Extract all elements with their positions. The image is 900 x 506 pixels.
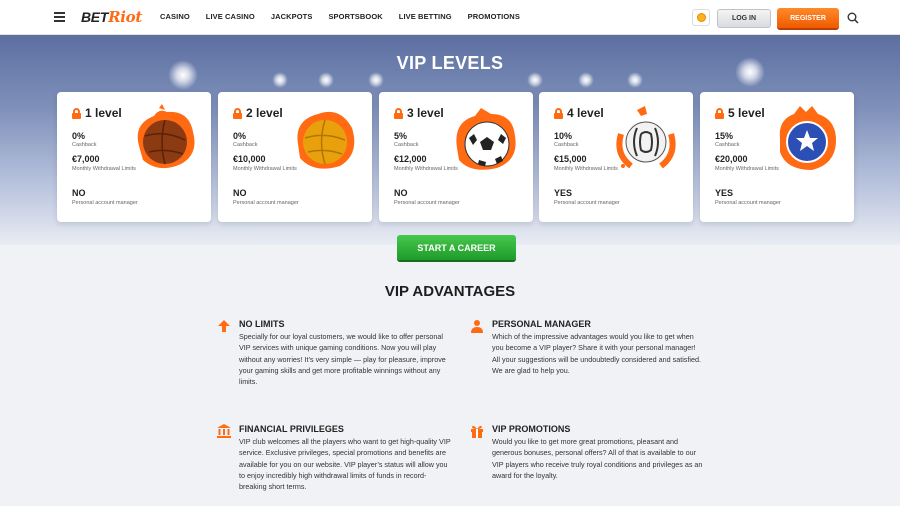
advantage-title: VIP PROMOTIONS xyxy=(492,424,571,434)
manager-value: YES xyxy=(715,188,734,198)
page-title: VIP LEVELS xyxy=(396,53,504,73)
advantages-title: VIP ADVANTAGES xyxy=(384,283,516,300)
cashback-value: 5% xyxy=(394,131,408,141)
currency-icon[interactable] xyxy=(692,9,710,26)
laurel-ball-icon xyxy=(616,106,676,169)
manager-label: Personal account manager xyxy=(554,200,620,206)
nav-promotions[interactable]: PROMOTIONS xyxy=(468,12,520,21)
stadium-light xyxy=(627,72,643,88)
advantage-text: Would you like to get more great promoti… xyxy=(492,437,703,480)
vip-level-card-1: 1 level 0% Cashback €7,000 Monthly Withd… xyxy=(57,92,211,222)
logo[interactable]: BET Riot xyxy=(81,8,142,26)
level-name: 4 level xyxy=(567,106,604,120)
stadium-light xyxy=(272,72,288,88)
advantage-title: PERSONAL MANAGER xyxy=(492,319,591,329)
level-name: 1 level xyxy=(85,106,122,120)
nav-live-betting[interactable]: LIVE BETTING xyxy=(399,12,452,21)
manager-value: NO xyxy=(394,188,408,198)
level-name: 5 level xyxy=(728,106,765,120)
stadium-light xyxy=(368,72,384,88)
lock-icon xyxy=(72,107,81,119)
lock-icon xyxy=(715,107,724,119)
menu-icon[interactable] xyxy=(54,12,65,22)
vip-level-card-2: 2 level 0% Cashback €10,000 Monthly With… xyxy=(218,92,372,222)
advantage-text: Specially for our loyal customers, we wo… xyxy=(239,332,446,387)
vip-level-card-3: 3 level 5% Cashback €12,000 Monthly With… xyxy=(379,92,533,222)
lock-icon xyxy=(554,107,563,119)
cashback-value: 10% xyxy=(554,131,573,141)
login-button[interactable]: LOG IN xyxy=(717,9,771,28)
top-bar: BET Riot CASINO LIVE CASINO JACKPOTS SPO… xyxy=(0,0,900,35)
lock-icon xyxy=(394,107,403,119)
gold-ball-icon xyxy=(297,111,355,169)
advantage-title: NO LIMITS xyxy=(239,319,285,329)
soccer-ball-icon xyxy=(456,108,516,170)
advantage-text: VIP club welcomes all the players who wa… xyxy=(239,437,451,492)
withdrawal-value: €15,000 xyxy=(554,154,587,164)
manager-label: Personal account manager xyxy=(394,200,460,206)
withdrawal-value: €12,000 xyxy=(394,154,427,164)
stadium-light xyxy=(527,72,543,88)
nav-live-casino[interactable]: LIVE CASINO xyxy=(206,12,255,21)
manager-label: Personal account manager xyxy=(715,200,781,206)
lock-icon xyxy=(233,107,242,119)
nav-jackpots[interactable]: JACKPOTS xyxy=(271,12,313,21)
manager-value: NO xyxy=(233,188,247,198)
logo-part-1: BET xyxy=(81,9,109,25)
register-button[interactable]: REGISTER xyxy=(777,8,839,28)
start-career-button[interactable]: START A CAREER xyxy=(397,235,516,260)
manager-value: YES xyxy=(554,188,573,198)
advantage-title: FINANCIAL PRIVILEGES xyxy=(239,424,344,434)
withdrawal-value: €10,000 xyxy=(233,154,266,164)
nav-sportsbook[interactable]: SPORTSBOOK xyxy=(328,12,382,21)
stadium-light xyxy=(318,72,334,88)
stadium-light xyxy=(578,72,594,88)
person-icon xyxy=(471,320,483,333)
vip-level-card-4: 4 level 10% Cashback €15,000 Monthly Wit… xyxy=(539,92,693,222)
leather-ball-icon xyxy=(137,104,195,169)
level-name: 2 level xyxy=(246,106,283,120)
manager-label: Personal account manager xyxy=(72,200,138,206)
advantage-text: Which of the impressive advantages would… xyxy=(492,332,701,375)
cashback-value: 0% xyxy=(72,131,86,141)
arrow-up-icon xyxy=(218,320,230,332)
cashback-value: 0% xyxy=(233,131,247,141)
search-icon[interactable] xyxy=(847,12,859,24)
gift-icon xyxy=(471,425,483,438)
vip-level-card-5: 5 level 15% Cashback €20,000 Monthly Wit… xyxy=(700,92,854,222)
main-nav: CASINO LIVE CASINO JACKPOTS SPORTSBOOK L… xyxy=(160,12,536,21)
logo-part-2: Riot xyxy=(108,8,143,26)
bank-icon xyxy=(217,424,231,438)
manager-value: NO xyxy=(72,188,86,198)
star-ball-icon xyxy=(779,106,836,170)
manager-label: Personal account manager xyxy=(233,200,299,206)
level-name: 3 level xyxy=(407,106,444,120)
nav-casino[interactable]: CASINO xyxy=(160,12,190,21)
withdrawal-value: €20,000 xyxy=(715,154,748,164)
cashback-value: 15% xyxy=(715,131,734,141)
withdrawal-value: €7,000 xyxy=(72,154,100,164)
